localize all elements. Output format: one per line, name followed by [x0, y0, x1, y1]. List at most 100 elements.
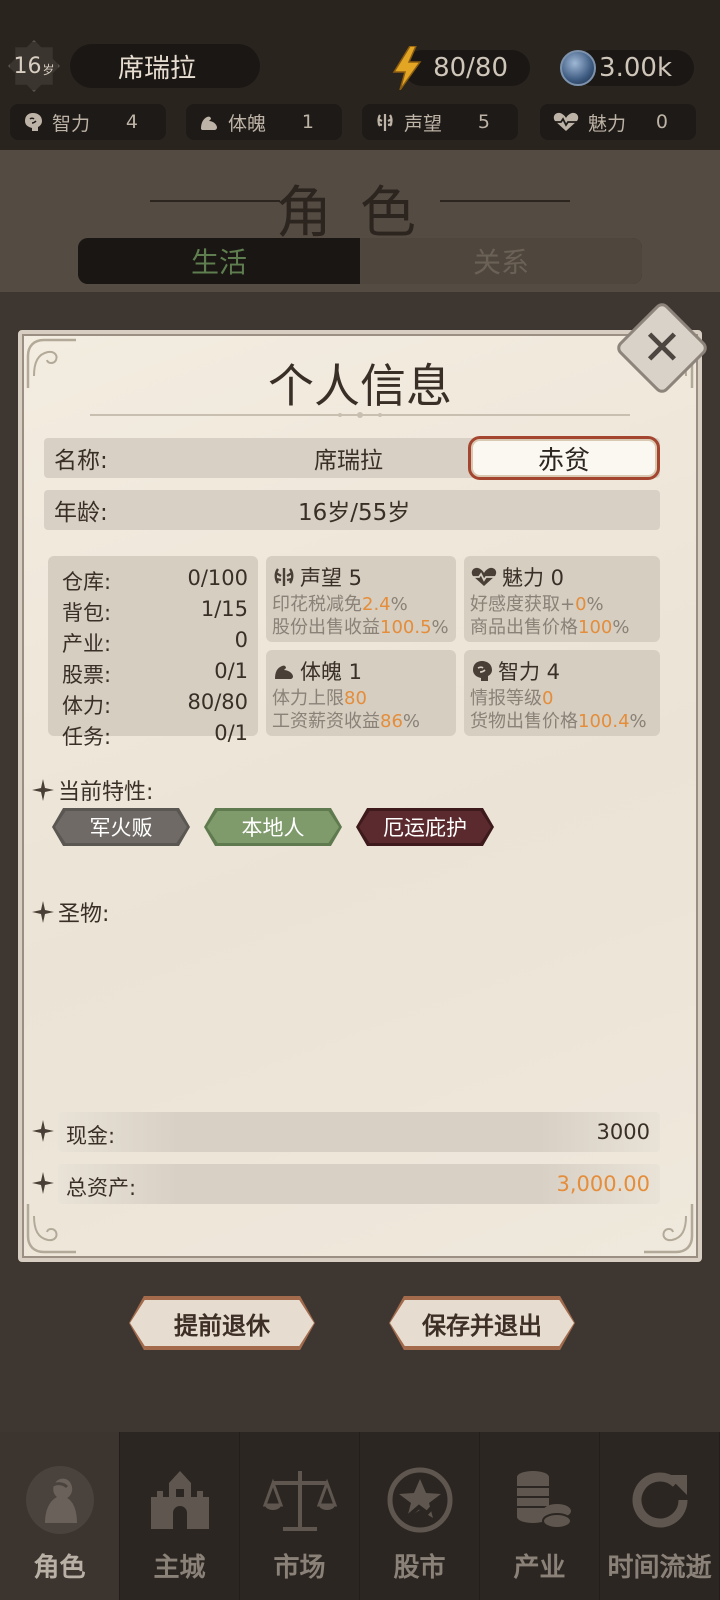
cash-value: 3000 — [596, 1120, 650, 1144]
stat-value: 5 — [477, 111, 490, 133]
compass-star-icon — [32, 1172, 54, 1194]
inventory-line: 任务: 0/1 — [62, 721, 248, 751]
age-unit: 岁 — [42, 62, 55, 77]
castle-icon — [143, 1463, 217, 1537]
inventory-value: 1/15 — [200, 597, 248, 621]
retire-early-button[interactable]: 提前退休 — [130, 1300, 314, 1346]
inventory-label: 股票: — [62, 663, 112, 687]
character-icon — [23, 1463, 97, 1537]
compass-star-icon — [32, 1120, 54, 1142]
relics-heading: 圣物: — [32, 896, 109, 928]
heart-icon — [470, 566, 498, 588]
cash-row: 现金: 3000 — [58, 1112, 660, 1152]
inventory-value: 0/1 — [214, 659, 248, 683]
wealth-status-badge[interactable]: 赤贫 — [468, 436, 660, 480]
brain-icon — [22, 111, 44, 133]
inventory-line: 体力: 80/80 — [62, 690, 248, 720]
inventory-line: 仓库: 0/100 — [62, 566, 248, 596]
page-title: 角色 — [276, 181, 444, 246]
stat-label: 体魄 — [228, 112, 267, 135]
heart-icon — [552, 111, 580, 133]
total-assets-row: 总资产: 3,000.00 — [58, 1164, 660, 1204]
inventory-label: 体力: — [62, 694, 112, 718]
age-value: 16 — [13, 53, 42, 79]
nav-industry[interactable]: 产业 — [480, 1432, 600, 1600]
inventory-label: 产业: — [62, 632, 112, 656]
stat-charm[interactable]: 魅力 0 — [540, 104, 696, 140]
stat-intelligence[interactable]: 智力 4 — [10, 104, 166, 140]
energy-bolt-icon — [392, 46, 422, 90]
stat-physique[interactable]: 体魄 1 — [186, 104, 342, 140]
corner-ornament-icon — [644, 1204, 694, 1254]
scales-icon — [262, 1463, 337, 1537]
laurel-icon — [374, 111, 396, 133]
brain-icon — [470, 660, 494, 682]
modal-title: 个人信息 — [268, 359, 452, 413]
age-label: 年龄: — [54, 500, 108, 526]
nav-label: 主城 — [153, 1553, 206, 1583]
stat-label: 魅力 — [588, 112, 627, 135]
currency-orb-icon — [560, 50, 596, 86]
charm-title: 魅力 0 — [470, 562, 564, 592]
trait-label: 军火贩 — [89, 816, 153, 840]
stat-value: 4 — [125, 111, 138, 133]
reputation-line-2: 股份出售收益100.5% — [272, 617, 449, 638]
age-range-value: 16岁/55岁 — [298, 500, 411, 526]
trait-label: 本地人 — [241, 816, 305, 840]
inventory-line: 背包: 1/15 — [62, 597, 248, 627]
nav-character[interactable]: 角色 — [0, 1432, 120, 1600]
physique-title: 体魄 1 — [272, 656, 362, 686]
inventory-value: 0/100 — [187, 566, 248, 590]
nav-label: 时间流逝 — [607, 1553, 712, 1583]
stat-value: 0 — [655, 111, 668, 133]
compass-star-icon — [32, 779, 54, 801]
trait-badge-arms-dealer[interactable]: 军火贩 — [52, 808, 190, 846]
inventory-line: 产业: 0 — [62, 628, 248, 658]
inventory-value: 0/1 — [214, 721, 248, 745]
nav-label: 产业 — [513, 1553, 566, 1583]
inventory-label: 任务: — [62, 725, 112, 749]
intelligence-line-2: 货物出售价格100.4% — [470, 711, 647, 732]
player-name-pill[interactable]: 席瑞拉 — [70, 44, 260, 88]
coins-icon — [503, 1463, 577, 1537]
nav-label: 股市 — [393, 1553, 446, 1583]
nav-time-passes[interactable]: 时间流逝 — [600, 1432, 720, 1600]
player-name: 席瑞拉 — [118, 53, 197, 84]
physique-line-2: 工资薪资收益86% — [272, 711, 421, 732]
inventory-line: 股票: 0/1 — [62, 659, 248, 689]
bottom-navigation: 角色 主城 市场 股市 产业 时间流逝 — [0, 1432, 720, 1600]
nav-market[interactable]: 市场 — [240, 1432, 360, 1600]
inventory-value: 0 — [234, 628, 248, 652]
save-and-exit-button[interactable]: 保存并退出 — [390, 1300, 574, 1346]
arm-icon — [272, 660, 296, 682]
age-row: 年龄: 16岁/55岁 — [44, 490, 660, 530]
inventory-value: 80/80 — [187, 690, 248, 714]
trait-label: 厄运庇护 — [383, 816, 467, 840]
corner-ornament-icon — [26, 1204, 76, 1254]
compass-star-icon — [32, 901, 54, 923]
total-assets-label: 总资产: — [66, 1176, 137, 1200]
reputation-title: 声望 5 — [272, 562, 362, 592]
currency-value: 3.00k — [599, 53, 672, 83]
traits-heading: 当前特性: — [32, 774, 153, 806]
age-badge: 16 岁 — [8, 40, 60, 92]
arm-icon — [198, 111, 220, 133]
title-divider — [90, 412, 630, 418]
stat-reputation[interactable]: 声望 5 — [362, 104, 518, 140]
energy-value: 80/80 — [433, 53, 508, 83]
page-tabs: 生活 关系 — [78, 238, 642, 284]
cash-label: 现金: — [66, 1124, 116, 1148]
laurel-icon — [272, 566, 296, 588]
stock-icon — [383, 1463, 457, 1537]
nav-label: 角色 — [33, 1553, 86, 1583]
intelligence-title: 智力 4 — [470, 656, 560, 686]
tab-relations[interactable]: 关系 — [360, 238, 642, 284]
name-value: 席瑞拉 — [314, 448, 383, 474]
stat-value: 1 — [301, 111, 314, 133]
tab-life[interactable]: 生活 — [78, 238, 360, 284]
trait-badge-doom-shelter[interactable]: 厄运庇护 — [356, 808, 494, 846]
nav-stock-market[interactable]: 股市 — [360, 1432, 480, 1600]
nav-label: 市场 — [273, 1553, 326, 1583]
nav-main-city[interactable]: 主城 — [120, 1432, 240, 1600]
trait-badge-local[interactable]: 本地人 — [204, 808, 342, 846]
